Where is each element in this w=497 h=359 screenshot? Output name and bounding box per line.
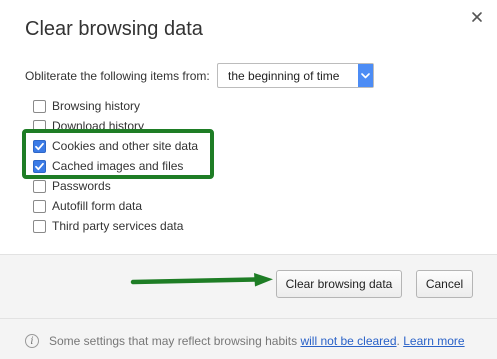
item-browsing-history[interactable]: Browsing history	[33, 98, 140, 114]
item-label: Passwords	[52, 179, 111, 193]
item-autofill[interactable]: Autofill form data	[33, 198, 142, 214]
checkbox[interactable]	[33, 99, 46, 113]
time-range-value: the beginning of time	[228, 68, 340, 83]
item-passwords[interactable]: Passwords	[33, 178, 111, 194]
dialog-title: Clear browsing data	[25, 18, 203, 40]
item-label: Autofill form data	[52, 199, 143, 213]
close-icon[interactable]	[469, 9, 485, 25]
time-range-select[interactable]: the beginning of time	[217, 63, 374, 88]
item-label: Third party services data	[52, 219, 184, 233]
learn-more-link[interactable]: Learn more	[403, 334, 464, 348]
info-text: Some settings that may reflect browsing …	[49, 334, 298, 348]
info-icon: i	[25, 334, 39, 348]
chevron-down-icon[interactable]	[358, 64, 373, 87]
time-range-label: Obliterate the following items from:	[25, 69, 210, 83]
info-separator: .	[396, 334, 400, 348]
divider	[0, 318, 497, 319]
checkbox[interactable]	[33, 179, 46, 193]
info-footer: i Some settings that may reflect browsin…	[25, 333, 465, 349]
clear-browsing-data-button[interactable]: Clear browsing data	[276, 270, 402, 298]
arrow-right-icon	[130, 271, 276, 296]
item-third-party[interactable]: Third party services data	[33, 218, 183, 234]
checkbox[interactable]	[33, 199, 46, 213]
item-label: Browsing history	[52, 99, 141, 113]
cancel-button[interactable]: Cancel	[416, 270, 473, 298]
highlight-box	[22, 129, 214, 179]
will-not-be-cleared-link[interactable]: will not be cleared	[300, 334, 396, 348]
clear-browsing-data-dialog: Clear browsing data Obliterate the follo…	[0, 0, 497, 359]
time-range-row: Obliterate the following items from:	[25, 64, 210, 88]
checkbox[interactable]	[33, 219, 46, 233]
